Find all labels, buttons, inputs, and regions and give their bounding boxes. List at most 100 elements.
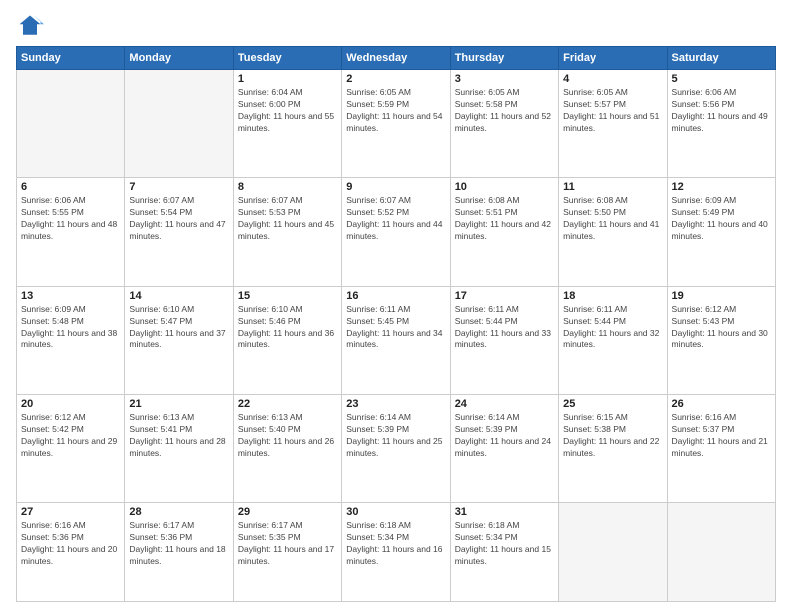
day-info: Sunrise: 6:15 AM Sunset: 5:38 PM Dayligh… xyxy=(563,412,662,460)
weekday-header-tuesday: Tuesday xyxy=(233,47,341,70)
calendar-cell: 6 Sunrise: 6:06 AM Sunset: 5:55 PM Daylig… xyxy=(17,178,125,286)
day-number: 31 xyxy=(455,506,554,518)
weekday-header-monday: Monday xyxy=(125,47,233,70)
calendar-cell: 5Sunrise: 6:06 AM Sunset: 5:56 PM Daylig… xyxy=(667,70,775,178)
day-info: Sunrise: 6:14 AM Sunset: 5:39 PM Dayligh… xyxy=(455,412,554,460)
calendar-cell: 15 Sunrise: 6:10 AM Sunset: 5:46 PM Dayli… xyxy=(233,286,341,394)
calendar-cell: 17 Sunrise: 6:11 AM Sunset: 5:44 PM Dayli… xyxy=(450,286,558,394)
weekday-header-thursday: Thursday xyxy=(450,47,558,70)
day-number: 13 xyxy=(21,290,120,302)
day-number: 21 xyxy=(129,398,228,410)
day-number: 30 xyxy=(346,506,445,518)
calendar-cell: 26 Sunrise: 6:16 AM Sunset: 5:37 PM Dayli… xyxy=(667,395,775,503)
day-number: 19 xyxy=(672,290,771,302)
calendar-cell: 20Sunrise: 6:12 AM Sunset: 5:42 PM Dayli… xyxy=(17,395,125,503)
day-info: Sunrise: 6:07 AM Sunset: 5:53 PM Dayligh… xyxy=(238,195,337,243)
calendar-week-row-5: 27 Sunrise: 6:16 AM Sunset: 5:36 PM Dayli… xyxy=(17,503,776,602)
calendar-cell xyxy=(17,70,125,178)
day-info: Sunrise: 6:04 AM Sunset: 6:00 PM Dayligh… xyxy=(238,87,337,135)
day-info: Sunrise: 6:07 AM Sunset: 5:52 PM Dayligh… xyxy=(346,195,445,243)
calendar-cell: 27 Sunrise: 6:16 AM Sunset: 5:36 PM Dayli… xyxy=(17,503,125,602)
day-info: Sunrise: 6:08 AM Sunset: 5:50 PM Dayligh… xyxy=(563,195,662,243)
calendar-cell: 22 Sunrise: 6:13 AM Sunset: 5:40 PM Dayli… xyxy=(233,395,341,503)
day-number: 11 xyxy=(563,181,662,193)
calendar-week-row-4: 20Sunrise: 6:12 AM Sunset: 5:42 PM Dayli… xyxy=(17,395,776,503)
day-info: Sunrise: 6:16 AM Sunset: 5:37 PM Dayligh… xyxy=(672,412,771,460)
logo-icon xyxy=(16,12,44,40)
day-info: Sunrise: 6:06 AM Sunset: 5:56 PM Dayligh… xyxy=(672,87,771,135)
day-info: Sunrise: 6:14 AM Sunset: 5:39 PM Dayligh… xyxy=(346,412,445,460)
calendar-cell xyxy=(559,503,667,602)
calendar-cell xyxy=(125,70,233,178)
day-number: 2 xyxy=(346,73,445,85)
calendar-cell: 30Sunrise: 6:18 AM Sunset: 5:34 PM Dayli… xyxy=(342,503,450,602)
calendar-table: SundayMondayTuesdayWednesdayThursdayFrid… xyxy=(16,46,776,602)
calendar-cell: 28 Sunrise: 6:17 AM Sunset: 5:36 PM Dayli… xyxy=(125,503,233,602)
calendar-week-row-2: 6 Sunrise: 6:06 AM Sunset: 5:55 PM Daylig… xyxy=(17,178,776,286)
day-number: 20 xyxy=(21,398,120,410)
calendar-cell: 8 Sunrise: 6:07 AM Sunset: 5:53 PM Daylig… xyxy=(233,178,341,286)
day-number: 4 xyxy=(563,73,662,85)
calendar-cell: 16 Sunrise: 6:11 AM Sunset: 5:45 PM Dayli… xyxy=(342,286,450,394)
day-info: Sunrise: 6:11 AM Sunset: 5:44 PM Dayligh… xyxy=(455,304,554,352)
calendar-cell: 3 Sunrise: 6:05 AM Sunset: 5:58 PM Daylig… xyxy=(450,70,558,178)
day-info: Sunrise: 6:13 AM Sunset: 5:41 PM Dayligh… xyxy=(129,412,228,460)
day-number: 29 xyxy=(238,506,337,518)
day-info: Sunrise: 6:11 AM Sunset: 5:44 PM Dayligh… xyxy=(563,304,662,352)
day-info: Sunrise: 6:17 AM Sunset: 5:35 PM Dayligh… xyxy=(238,520,337,568)
calendar-cell: 10Sunrise: 6:08 AM Sunset: 5:51 PM Dayli… xyxy=(450,178,558,286)
day-number: 18 xyxy=(563,290,662,302)
day-number: 25 xyxy=(563,398,662,410)
weekday-header-wednesday: Wednesday xyxy=(342,47,450,70)
day-number: 6 xyxy=(21,181,120,193)
day-number: 27 xyxy=(21,506,120,518)
day-info: Sunrise: 6:10 AM Sunset: 5:47 PM Dayligh… xyxy=(129,304,228,352)
calendar-cell: 1Sunrise: 6:04 AM Sunset: 6:00 PM Daylig… xyxy=(233,70,341,178)
day-number: 3 xyxy=(455,73,554,85)
day-number: 28 xyxy=(129,506,228,518)
day-number: 8 xyxy=(238,181,337,193)
day-number: 12 xyxy=(672,181,771,193)
day-info: Sunrise: 6:09 AM Sunset: 5:48 PM Dayligh… xyxy=(21,304,120,352)
calendar-cell: 31 Sunrise: 6:18 AM Sunset: 5:34 PM Dayli… xyxy=(450,503,558,602)
weekday-header-sunday: Sunday xyxy=(17,47,125,70)
calendar-cell: 12 Sunrise: 6:09 AM Sunset: 5:49 PM Dayli… xyxy=(667,178,775,286)
calendar-cell: 11 Sunrise: 6:08 AM Sunset: 5:50 PM Dayli… xyxy=(559,178,667,286)
day-info: Sunrise: 6:06 AM Sunset: 5:55 PM Dayligh… xyxy=(21,195,120,243)
day-info: Sunrise: 6:18 AM Sunset: 5:34 PM Dayligh… xyxy=(455,520,554,568)
day-number: 26 xyxy=(672,398,771,410)
calendar-cell: 9Sunrise: 6:07 AM Sunset: 5:52 PM Daylig… xyxy=(342,178,450,286)
calendar-cell: 18 Sunrise: 6:11 AM Sunset: 5:44 PM Dayli… xyxy=(559,286,667,394)
day-info: Sunrise: 6:11 AM Sunset: 5:45 PM Dayligh… xyxy=(346,304,445,352)
calendar-cell: 25 Sunrise: 6:15 AM Sunset: 5:38 PM Dayli… xyxy=(559,395,667,503)
weekday-header-row: SundayMondayTuesdayWednesdayThursdayFrid… xyxy=(17,47,776,70)
calendar-week-row-3: 13 Sunrise: 6:09 AM Sunset: 5:48 PM Dayli… xyxy=(17,286,776,394)
day-number: 22 xyxy=(238,398,337,410)
calendar-cell: 23 Sunrise: 6:14 AM Sunset: 5:39 PM Dayli… xyxy=(342,395,450,503)
day-info: Sunrise: 6:05 AM Sunset: 5:57 PM Dayligh… xyxy=(563,87,662,135)
day-number: 16 xyxy=(346,290,445,302)
logo xyxy=(16,12,48,40)
day-number: 15 xyxy=(238,290,337,302)
day-number: 23 xyxy=(346,398,445,410)
day-info: Sunrise: 6:09 AM Sunset: 5:49 PM Dayligh… xyxy=(672,195,771,243)
day-info: Sunrise: 6:17 AM Sunset: 5:36 PM Dayligh… xyxy=(129,520,228,568)
header xyxy=(16,12,776,40)
day-number: 17 xyxy=(455,290,554,302)
day-number: 14 xyxy=(129,290,228,302)
calendar-cell: 21 Sunrise: 6:13 AM Sunset: 5:41 PM Dayli… xyxy=(125,395,233,503)
day-info: Sunrise: 6:13 AM Sunset: 5:40 PM Dayligh… xyxy=(238,412,337,460)
day-number: 10 xyxy=(455,181,554,193)
day-info: Sunrise: 6:07 AM Sunset: 5:54 PM Dayligh… xyxy=(129,195,228,243)
calendar-cell: 13 Sunrise: 6:09 AM Sunset: 5:48 PM Dayli… xyxy=(17,286,125,394)
calendar-cell: 14 Sunrise: 6:10 AM Sunset: 5:47 PM Dayli… xyxy=(125,286,233,394)
calendar-week-row-1: 1Sunrise: 6:04 AM Sunset: 6:00 PM Daylig… xyxy=(17,70,776,178)
page: SundayMondayTuesdayWednesdayThursdayFrid… xyxy=(0,0,792,612)
weekday-header-friday: Friday xyxy=(559,47,667,70)
calendar-cell: 24Sunrise: 6:14 AM Sunset: 5:39 PM Dayli… xyxy=(450,395,558,503)
calendar-cell: 19Sunrise: 6:12 AM Sunset: 5:43 PM Dayli… xyxy=(667,286,775,394)
day-info: Sunrise: 6:10 AM Sunset: 5:46 PM Dayligh… xyxy=(238,304,337,352)
day-info: Sunrise: 6:05 AM Sunset: 5:58 PM Dayligh… xyxy=(455,87,554,135)
calendar-cell: 29 Sunrise: 6:17 AM Sunset: 5:35 PM Dayli… xyxy=(233,503,341,602)
day-info: Sunrise: 6:16 AM Sunset: 5:36 PM Dayligh… xyxy=(21,520,120,568)
